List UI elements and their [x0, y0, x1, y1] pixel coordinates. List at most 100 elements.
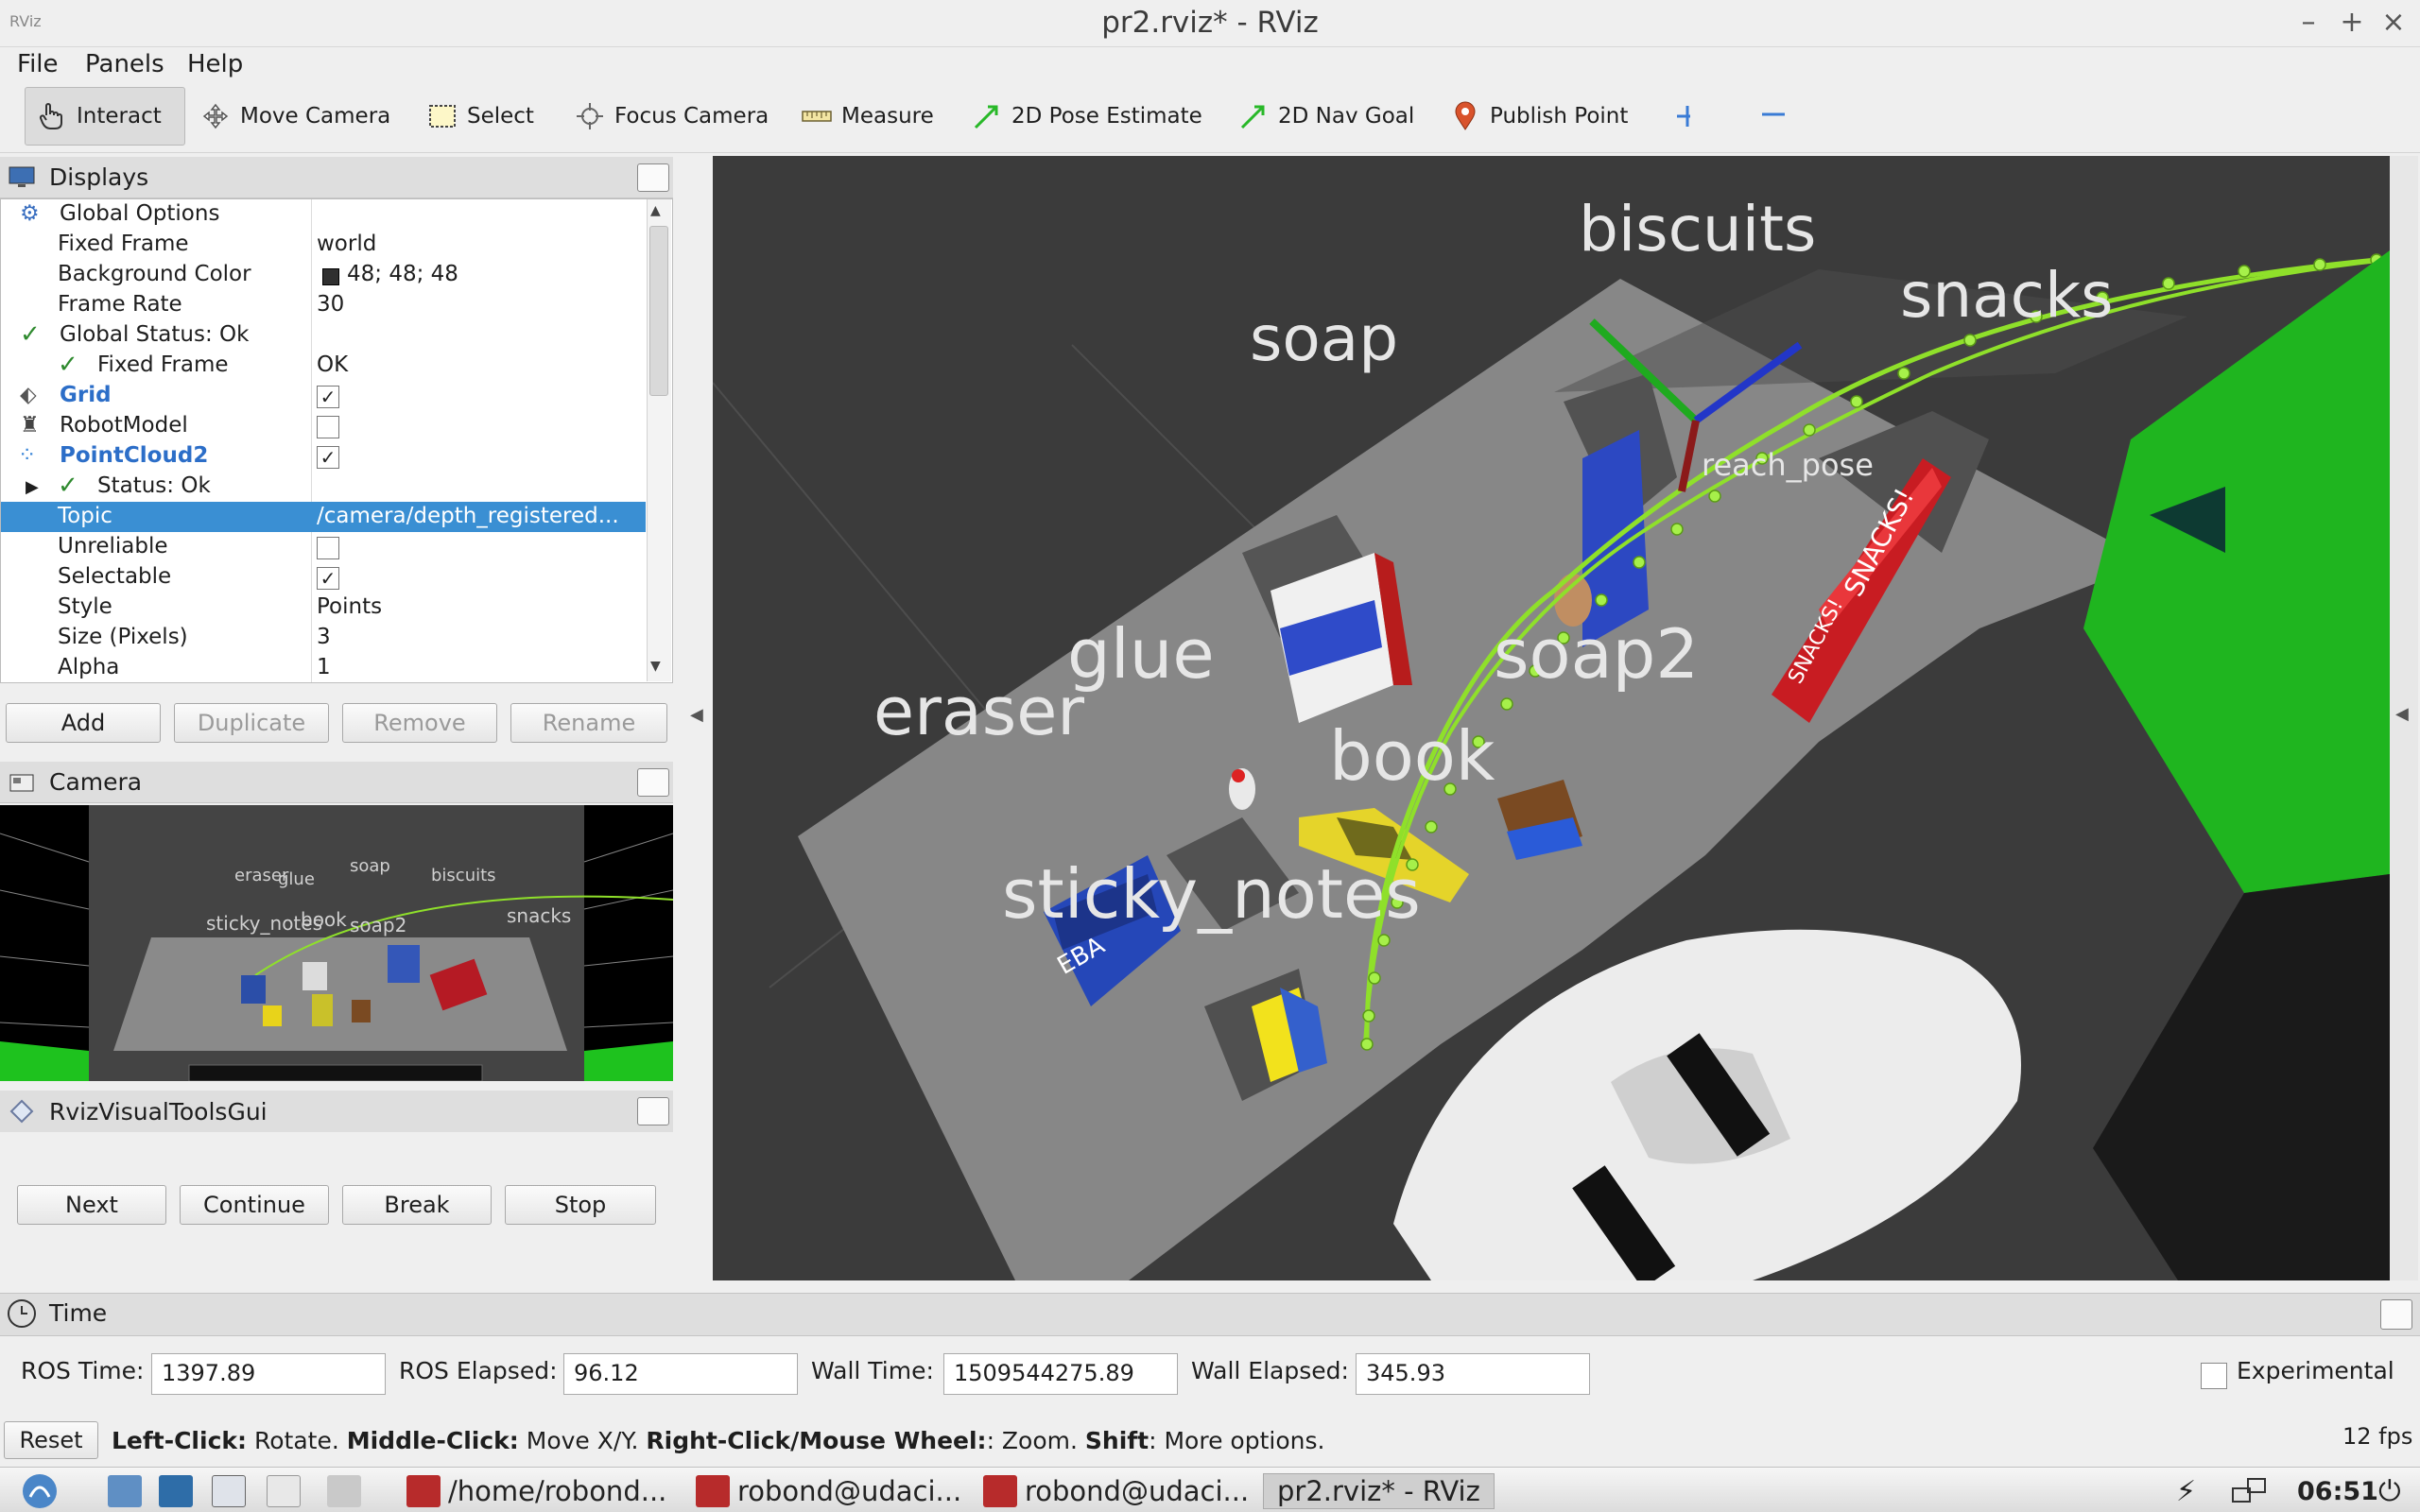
ros-elapsed-field[interactable]: 96.12: [563, 1353, 798, 1395]
tree-row-global-options[interactable]: ⚙ Global Options: [1, 199, 646, 230]
close-icon[interactable]: ×: [2377, 6, 2411, 40]
tree-row-pointcloud2[interactable]: ⁘ PointCloud2 ✓: [1, 441, 646, 472]
tree-row-background-color[interactable]: Background Color 48; 48; 48: [1, 260, 646, 290]
unreliable-checkbox[interactable]: [317, 537, 339, 559]
cam-label-book: book: [301, 908, 347, 931]
monitor-icon: [8, 164, 36, 191]
tree-row-unreliable[interactable]: Unreliable: [1, 532, 646, 562]
network-icon[interactable]: [2231, 1473, 2269, 1509]
experimental-checkbox[interactable]: [2201, 1363, 2227, 1389]
focus-camera-tool-button[interactable]: Focus Camera: [563, 87, 780, 146]
tree-row-status-ok[interactable]: ▶ ✓ Status: Ok: [1, 472, 646, 502]
pointcloud2-checkbox[interactable]: ✓: [317, 446, 339, 469]
checkmark-icon: ✓: [20, 320, 41, 349]
continue-button[interactable]: Continue: [180, 1185, 329, 1225]
expand-arrow-icon[interactable]: ▶: [26, 477, 39, 497]
tree-row-selectable[interactable]: Selectable ✓: [1, 562, 646, 593]
taskbar-item-terminal-2[interactable]: robond@udaci...: [983, 1473, 1249, 1509]
scroll-up-icon[interactable]: ▲: [650, 203, 661, 218]
focus-camera-label: Focus Camera: [614, 104, 769, 129]
rviz-launcher-icon[interactable]: [267, 1473, 301, 1509]
next-button[interactable]: Next: [17, 1185, 166, 1225]
file-manager-icon[interactable]: [108, 1473, 142, 1509]
rename-display-button[interactable]: Rename: [510, 703, 667, 743]
row-key: RobotModel: [60, 413, 188, 438]
menu-file[interactable]: File: [17, 50, 59, 78]
wall-elapsed-label: Wall Elapsed:: [1191, 1357, 1349, 1384]
ros-elapsed-label: ROS Elapsed:: [399, 1357, 558, 1384]
tree-row-grid[interactable]: ⬖ Grid ✓: [1, 381, 646, 411]
power-icon[interactable]: ⏻: [2378, 1473, 2401, 1509]
cam-label-glue: glue: [278, 869, 315, 889]
pose-estimate-tool-button[interactable]: 2D Pose Estimate: [960, 87, 1214, 146]
menu-help[interactable]: Help: [187, 50, 243, 78]
label-biscuits: biscuits: [1579, 193, 1816, 266]
scroll-down-icon[interactable]: ▼: [650, 659, 661, 674]
visual-tools-header: RvizVisualToolsGui: [0, 1091, 673, 1132]
cam-label-soap2: soap2: [350, 914, 406, 936]
label-sticky-notes: sticky_notes: [1002, 854, 1421, 934]
break-button[interactable]: Break: [342, 1185, 492, 1225]
time-close-checkbox[interactable]: [2380, 1299, 2412, 1330]
robot-model-checkbox[interactable]: [317, 416, 339, 438]
measure-tool-button[interactable]: Measure: [790, 87, 945, 146]
tree-row-global-status[interactable]: ✓ Global Status: Ok: [1, 320, 646, 351]
collapse-right-icon[interactable]: ◀: [2395, 704, 2409, 724]
taskbar-item-rviz[interactable]: pr2.rviz* - RViz: [1263, 1473, 1495, 1509]
reset-button[interactable]: Reset: [4, 1421, 98, 1459]
ros-time-field[interactable]: 1397.89: [151, 1353, 386, 1395]
move-camera-label: Move Camera: [240, 104, 391, 129]
tree-row-robot-model[interactable]: ♜ RobotModel: [1, 411, 646, 441]
select-tool-button[interactable]: Select: [416, 87, 545, 146]
status-bar: Reset Left-Click: Rotate. Middle-Click: …: [0, 1418, 2420, 1465]
taskbar-item-home[interactable]: /home/robond...: [406, 1473, 666, 1509]
tree-row-fixed-frame-status[interactable]: ✓ Fixed Frame OK: [1, 351, 646, 381]
add-tool-icon[interactable]: [1664, 87, 1702, 146]
camera-view[interactable]: eraser glue soap biscuits sticky_notes b…: [0, 805, 673, 1081]
row-value: OK: [317, 352, 349, 377]
tree-row-topic[interactable]: Topic /camera/depth_registered...: [1, 502, 646, 532]
browser-icon[interactable]: [159, 1473, 193, 1509]
terminal-icon[interactable]: [212, 1473, 246, 1509]
wall-time-field[interactable]: 1509544275.89: [943, 1353, 1178, 1395]
minimize-icon[interactable]: –: [2291, 6, 2325, 40]
tree-row-style[interactable]: Style Points: [1, 593, 646, 623]
3d-viewport[interactable]: SNACKS! SNACKS! EBA biscuits snacks soap…: [713, 156, 2390, 1280]
visual-tools-title: RvizVisualToolsGui: [49, 1097, 268, 1125]
tree-row-frame-rate[interactable]: Frame Rate 30: [1, 290, 646, 320]
tree-row-alpha[interactable]: Alpha 1: [1, 653, 646, 682]
tree-row-size[interactable]: Size (Pixels) 3: [1, 623, 646, 653]
row-value: /camera/depth_registered...: [317, 504, 619, 528]
start-menu-icon[interactable]: [19, 1473, 60, 1509]
scrollbar-thumb[interactable]: [649, 226, 668, 396]
visual-tools-close-checkbox[interactable]: [637, 1097, 669, 1125]
remove-tool-icon[interactable]: [1749, 87, 1796, 146]
right-panel-collapse[interactable]: ◀: [2390, 156, 2418, 1280]
add-display-button[interactable]: Add: [6, 703, 161, 743]
menu-bar: File Panels Help: [0, 47, 2420, 81]
displays-scrollbar[interactable]: ▲ ▼: [647, 199, 671, 681]
publish-point-tool-button[interactable]: Publish Point: [1439, 87, 1639, 146]
nav-goal-tool-button[interactable]: 2D Nav Goal: [1227, 87, 1426, 146]
camera-close-checkbox[interactable]: [637, 768, 669, 797]
stop-button[interactable]: Stop: [505, 1185, 656, 1225]
menu-panels[interactable]: Panels: [85, 50, 164, 78]
map-pin-icon: [1450, 101, 1480, 131]
tree-row-fixed-frame[interactable]: Fixed Frame world: [1, 230, 646, 260]
clock: 06:51: [2297, 1476, 2378, 1506]
move-camera-tool-button[interactable]: Move Camera: [189, 87, 402, 146]
selectable-checkbox[interactable]: ✓: [317, 567, 339, 590]
ros-time-label: ROS Time:: [21, 1357, 145, 1384]
displays-close-checkbox[interactable]: [637, 163, 669, 192]
wall-elapsed-field[interactable]: 345.93: [1356, 1353, 1590, 1395]
blank-launcher-icon[interactable]: [327, 1473, 361, 1509]
collapse-left-icon[interactable]: ◀: [690, 705, 703, 725]
row-key: PointCloud2: [60, 443, 209, 468]
taskbar-item-terminal-1[interactable]: robond@udaci...: [696, 1473, 961, 1509]
interact-tool-button[interactable]: Interact: [25, 87, 185, 146]
duplicate-display-button[interactable]: Duplicate: [174, 703, 329, 743]
maximize-icon[interactable]: +: [2335, 6, 2369, 40]
grid-checkbox[interactable]: ✓: [317, 386, 339, 408]
power-bolt-icon[interactable]: ⚡: [2176, 1473, 2196, 1509]
remove-display-button[interactable]: Remove: [342, 703, 497, 743]
